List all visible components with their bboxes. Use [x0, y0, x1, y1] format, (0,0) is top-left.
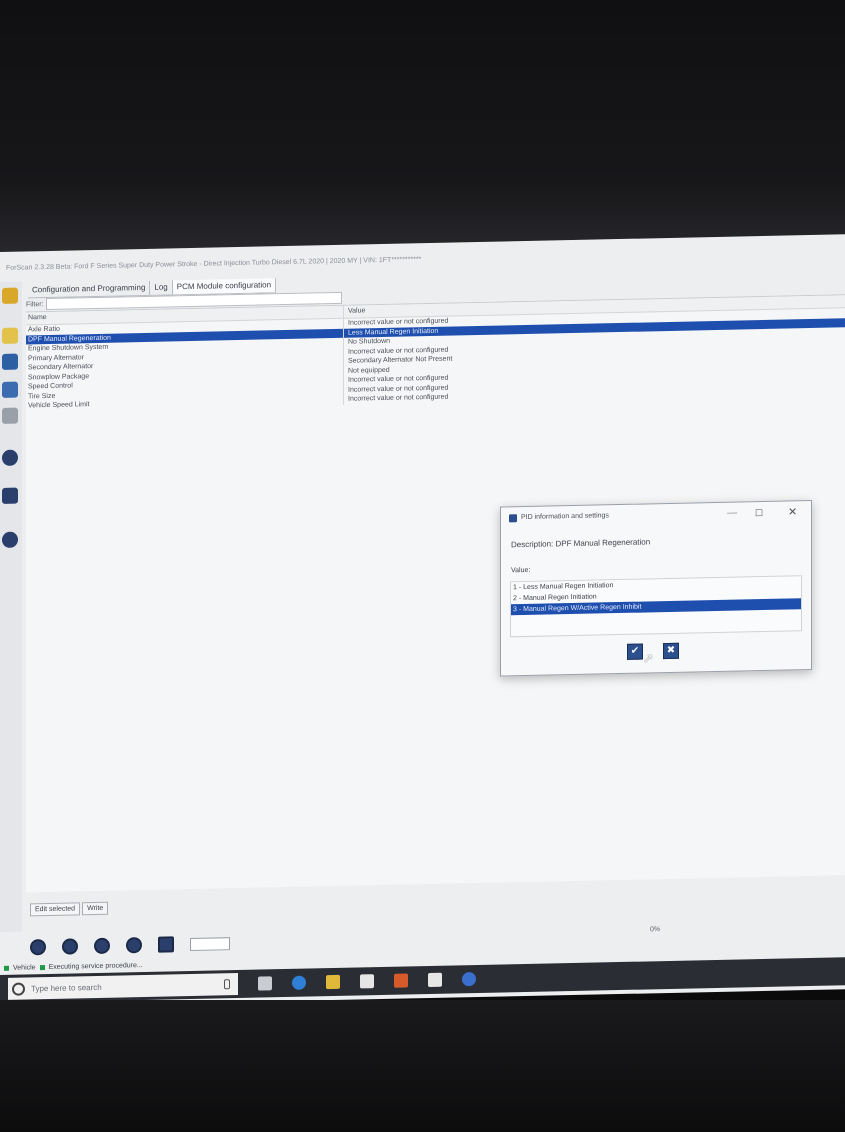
write-button[interactable]: Write [82, 901, 109, 916]
wrench-icon[interactable] [2, 407, 18, 424]
settings-icon[interactable] [2, 487, 18, 504]
info-icon[interactable] [126, 937, 142, 954]
taskbar-search[interactable]: Type here to search [8, 973, 238, 1000]
store-icon[interactable] [360, 974, 374, 989]
value-label: Value: [511, 566, 531, 575]
ok-button[interactable]: ✔ [627, 643, 643, 660]
maximize-icon[interactable]: ☐ [755, 502, 763, 524]
active-app-icon[interactable] [462, 972, 476, 987]
procedure-status-icon [39, 964, 45, 970]
monitor-icon[interactable] [2, 353, 18, 370]
tab-log[interactable]: Log [150, 280, 173, 295]
dialog-title: PID information and settings [521, 512, 609, 522]
app-screen: ForScan 2.3.28 Beta: Ford F Series Super… [0, 234, 845, 1007]
disconnect-icon[interactable] [62, 938, 78, 955]
file-explorer-icon[interactable] [326, 974, 340, 990]
dialog-titlebar[interactable]: PID information and settings — ☐ ✕ [501, 501, 811, 529]
pid-settings-dialog: PID information and settings — ☐ ✕ Descr… [500, 499, 812, 677]
bottom-toolbar [30, 935, 230, 956]
forscan-app-icon[interactable] [394, 973, 408, 988]
microphone-icon[interactable] [224, 979, 230, 990]
task-view-icon[interactable] [258, 976, 272, 991]
app-icon [509, 514, 517, 523]
progress-percent: 0% [650, 926, 661, 934]
refresh-icon[interactable] [94, 937, 110, 955]
monitor-bezel-bottom [0, 1000, 845, 1132]
save-icon[interactable] [158, 936, 174, 953]
procedure-status: Executing service procedure... [48, 961, 143, 971]
value-list: 1 - Less Manual Regen Initiation 2 - Man… [510, 575, 802, 638]
monitor-bezel-top [0, 0, 845, 260]
search-placeholder: Type here to search [31, 982, 102, 993]
cancel-button[interactable]: ✖ [663, 642, 679, 660]
search-icon [12, 981, 25, 996]
help-icon[interactable] [2, 531, 18, 548]
mail-icon[interactable] [428, 972, 442, 988]
tab-configuration-programming[interactable]: Configuration and Programming [28, 280, 151, 298]
edit-selected-button[interactable]: Edit selected [30, 902, 81, 917]
dialog-description: Description: DPF Manual Regeneration [511, 537, 651, 550]
connect-icon[interactable] [30, 939, 46, 956]
left-toolbar [0, 281, 22, 932]
dtc-warning-icon[interactable] [2, 327, 18, 344]
tab-pcm-module-configuration[interactable]: PCM Module configuration [172, 278, 277, 295]
tests-icon[interactable] [2, 381, 18, 398]
bottom-button-row: Edit selected Write [30, 901, 109, 917]
tools-icon[interactable] [2, 449, 18, 466]
vehicle-status-icon [4, 965, 9, 971]
close-icon[interactable]: ✕ [788, 501, 797, 523]
scale-select[interactable] [190, 936, 230, 951]
edge-browser-icon[interactable] [292, 975, 306, 990]
mouse-cursor-icon: ➚ [643, 650, 654, 666]
vehicle-status: Vehicle [13, 963, 36, 972]
minimize-icon[interactable]: — [727, 503, 737, 525]
vehicle-info-icon[interactable] [2, 287, 18, 304]
filter-label: Filter: [26, 300, 44, 308]
